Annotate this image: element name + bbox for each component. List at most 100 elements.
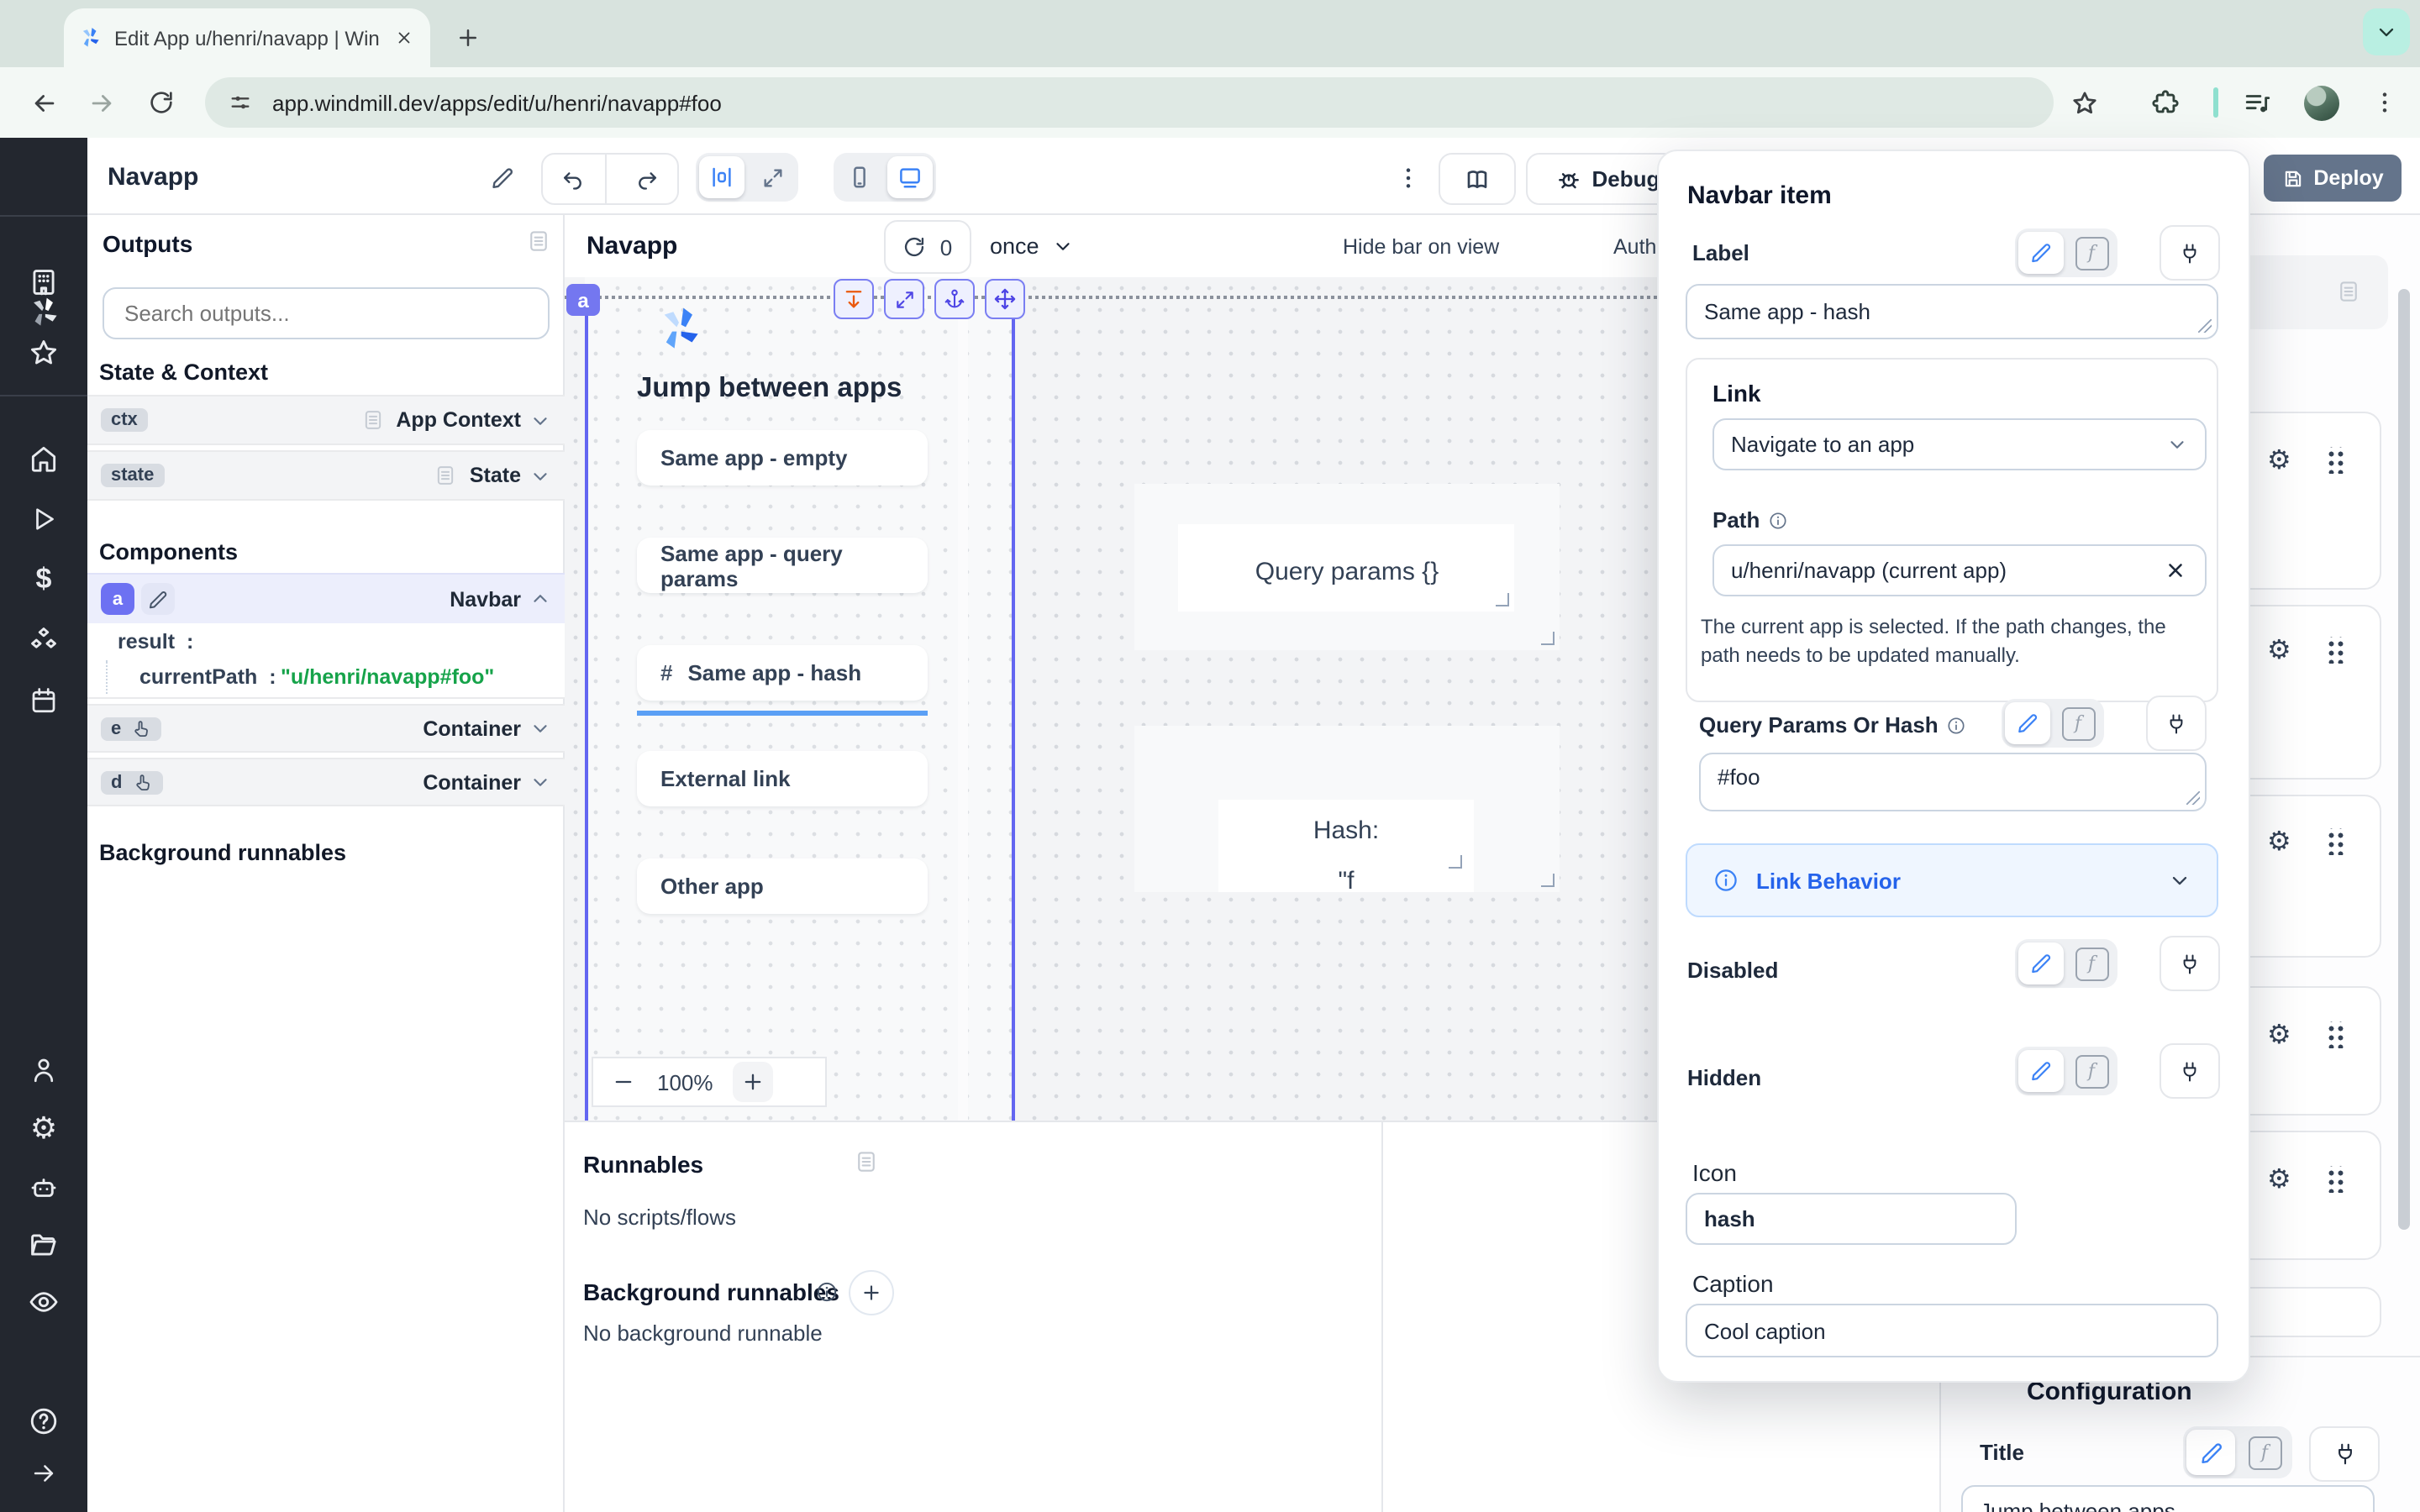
reload-icon[interactable]: [145, 86, 178, 119]
static-pencil-button[interactable]: [2018, 1050, 2064, 1092]
windmill-logo[interactable]: [25, 294, 62, 331]
drag-handle-icon[interactable]: [2326, 637, 2344, 664]
sidebar-item-audit[interactable]: [28, 1286, 60, 1318]
container-d-chevron-icon[interactable]: [529, 771, 551, 793]
ctx-badge[interactable]: ctx: [101, 408, 148, 432]
redo-icon[interactable]: [616, 155, 677, 203]
tab-search-chevron[interactable]: [2363, 8, 2410, 55]
settings-scrollbar[interactable]: [2398, 289, 2410, 1230]
ctx-chevron-down-icon[interactable]: [529, 409, 551, 431]
nav-item-same-app-hash[interactable]: # Same app - hash: [637, 645, 928, 701]
gear-icon[interactable]: ⚙: [2267, 1166, 2291, 1193]
sidebar-item-schedules[interactable]: [29, 685, 59, 716]
static-pencil-button[interactable]: [2018, 942, 2064, 984]
address-bar[interactable]: app.windmill.dev/apps/edit/u/henri/navap…: [205, 77, 2054, 128]
inner-resize-mark[interactable]: [1449, 855, 1462, 869]
nav-item-external-link[interactable]: External link: [637, 751, 928, 806]
desktop-view-button[interactable]: [887, 156, 933, 198]
centered-layout-button[interactable]: [699, 156, 744, 198]
sidebar-item-settings[interactable]: ⚙: [30, 1111, 57, 1147]
fx-button[interactable]: f: [2069, 232, 2114, 274]
link-type-select[interactable]: Navigate to an app: [1712, 418, 2207, 470]
move-tool[interactable]: [985, 279, 1025, 319]
refresh-count-button[interactable]: 0: [884, 220, 971, 274]
sidebar-item-variables[interactable]: $: [36, 563, 52, 596]
static-pencil-button[interactable]: [2186, 1430, 2235, 1475]
undo-icon[interactable]: [543, 155, 606, 203]
state-doc-icon[interactable]: [434, 464, 458, 487]
docs-button[interactable]: [1439, 153, 1516, 205]
static-pencil-button[interactable]: [2018, 232, 2064, 274]
hidden-connect-plug-button[interactable]: [2160, 1043, 2220, 1099]
back-icon[interactable]: [27, 86, 60, 119]
fx-button[interactable]: f: [2240, 1430, 2289, 1475]
container-e-badge[interactable]: e: [101, 717, 161, 740]
outer-resize-mark[interactable]: [1541, 632, 1555, 645]
sidebar-item-home[interactable]: [28, 443, 60, 475]
anchor-tool[interactable]: [934, 279, 975, 319]
path-info-icon[interactable]: [1768, 510, 1788, 530]
site-settings-icon[interactable]: [225, 87, 255, 118]
qph-info-icon[interactable]: [1947, 715, 1967, 735]
query-params-component[interactable]: Query params {}: [1134, 484, 1560, 650]
title-connect-plug-button[interactable]: [2309, 1426, 2380, 1482]
resize-corner[interactable]: [2198, 319, 2212, 333]
tab-close-icon[interactable]: [390, 24, 417, 51]
zoom-out-icon[interactable]: [610, 1068, 637, 1095]
state-row[interactable]: state State: [87, 450, 565, 501]
extensions-icon[interactable]: [2148, 86, 2181, 119]
nav-item-same-app-empty[interactable]: Same app - empty: [637, 430, 928, 486]
link-behavior-accordion[interactable]: Link Behavior: [1686, 843, 2218, 917]
settings-doc-icon[interactable]: [2336, 279, 2361, 304]
component-pencil-icon[interactable]: [141, 583, 175, 615]
fullscreen-tool[interactable]: [884, 279, 924, 319]
gear-icon[interactable]: ⚙: [2267, 447, 2291, 474]
forward-icon[interactable]: [84, 86, 118, 119]
qph-connect-plug-button[interactable]: [2146, 696, 2207, 751]
fx-button[interactable]: f: [2055, 702, 2101, 744]
sidebar-item-folders[interactable]: [28, 1229, 60, 1261]
search-outputs-field[interactable]: [121, 299, 531, 328]
currentpath-key[interactable]: currentPath :: [139, 665, 276, 689]
fx-button[interactable]: f: [2069, 1050, 2114, 1092]
result-key[interactable]: result :: [118, 630, 193, 654]
profile-avatar[interactable]: [2304, 86, 2339, 121]
ctx-row[interactable]: ctx App Context: [87, 395, 565, 445]
fx-button[interactable]: f: [2069, 942, 2114, 984]
media-controls-icon[interactable]: [2240, 86, 2274, 119]
hash-component[interactable]: Hash: "f: [1134, 726, 1560, 892]
new-tab-button[interactable]: [447, 17, 487, 57]
background-info-icon[interactable]: [813, 1278, 839, 1304]
gear-icon[interactable]: ⚙: [2267, 828, 2291, 855]
nav-item-query-params[interactable]: Same app - query params: [637, 538, 928, 593]
deploy-button[interactable]: Deploy: [2264, 155, 2402, 202]
static-pencil-button[interactable]: [2005, 702, 2050, 744]
title-setting-input[interactable]: Jump between apps: [1961, 1485, 2375, 1512]
currentpath-value[interactable]: "u/henri/navapp#foo": [281, 665, 494, 689]
disabled-connect-plug-button[interactable]: [2160, 936, 2220, 991]
navbar-chevron-up-icon[interactable]: [529, 588, 551, 610]
label-connect-plug-button[interactable]: [2160, 225, 2220, 281]
browser-tab[interactable]: Edit App u/henri/navapp | Win: [64, 8, 430, 67]
bookmark-star-icon[interactable]: [2067, 86, 2101, 119]
caption-input[interactable]: Cool caption: [1686, 1304, 2218, 1357]
full-width-layout-button[interactable]: [750, 156, 795, 198]
container-e-chevron-icon[interactable]: [529, 717, 551, 739]
label-input[interactable]: Same app - hash: [1686, 284, 2218, 339]
sidebar-item-workers[interactable]: [28, 1172, 60, 1204]
drag-handle-icon[interactable]: [2326, 1021, 2344, 1048]
url-text[interactable]: app.windmill.dev/apps/edit/u/henri/navap…: [272, 90, 722, 115]
container-d-row[interactable]: d Container: [87, 758, 565, 806]
browser-menu-icon[interactable]: [2368, 86, 2402, 119]
sidebar-item-users[interactable]: [29, 1055, 59, 1085]
zoom-in-icon[interactable]: [734, 1062, 774, 1102]
outer-resize-mark[interactable]: [1541, 874, 1555, 887]
nav-item-other-app[interactable]: Other app: [637, 858, 928, 914]
drag-handle-icon[interactable]: [2326, 447, 2344, 474]
outputs-panel-doc-icon[interactable]: [526, 228, 551, 254]
runnables-doc-icon[interactable]: [854, 1149, 879, 1174]
navbar-component-row[interactable]: a Navbar: [87, 573, 565, 623]
ctx-doc-icon[interactable]: [360, 408, 384, 432]
clear-path-icon[interactable]: [2161, 557, 2188, 584]
sidebar-item-workspace[interactable]: [28, 266, 60, 298]
